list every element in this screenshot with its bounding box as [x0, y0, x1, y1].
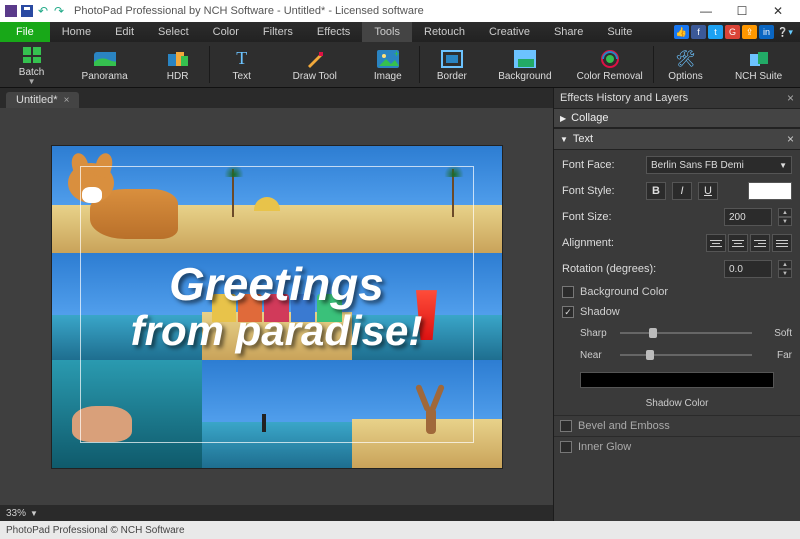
align-center-button[interactable] [728, 234, 748, 252]
window-title: PhotoPad Professional by NCH Software - … [74, 5, 688, 17]
chevron-down-icon: ▼ [28, 77, 36, 86]
twitter-icon[interactable]: t [708, 25, 723, 39]
titlebar: ↶ ↷ PhotoPad Professional by NCH Softwar… [0, 0, 800, 22]
statusbar: PhotoPad Professional © NCH Software [0, 521, 800, 539]
menu-filters[interactable]: Filters [251, 22, 305, 42]
selection-frame[interactable] [80, 166, 474, 443]
align-justify-button[interactable] [772, 234, 792, 252]
rotation-spinner[interactable]: ▲▼ [778, 260, 792, 278]
save-icon[interactable] [20, 4, 34, 18]
chevron-down-icon: ▼ [779, 161, 787, 170]
undo-icon[interactable]: ↶ [36, 4, 50, 18]
menu-color[interactable]: Color [201, 22, 251, 42]
share-icon[interactable]: ⇪ [742, 25, 757, 39]
canvas-area[interactable]: Greetings from paradise! [0, 108, 553, 505]
font-style-label: Font Style: [562, 185, 640, 197]
menu-effects[interactable]: Effects [305, 22, 362, 42]
caret-right-icon: ▶ [560, 114, 566, 123]
close-tab-icon[interactable]: × [64, 95, 70, 106]
google-icon[interactable]: G [725, 25, 740, 39]
document-tabstrip: Untitled* × [0, 88, 553, 108]
menu-edit[interactable]: Edit [103, 22, 146, 42]
menu-file[interactable]: File [0, 22, 50, 42]
inner-glow-checkbox-row[interactable]: Inner Glow [554, 436, 800, 457]
svg-text:+: + [394, 50, 399, 59]
tool-panorama[interactable]: Panorama [63, 42, 146, 87]
align-right-button[interactable] [750, 234, 770, 252]
tool-color-removal[interactable]: Color Removal [566, 42, 653, 87]
chevron-down-icon[interactable]: ▼ [30, 509, 38, 518]
document-tab[interactable]: Untitled* × [6, 92, 79, 108]
italic-button[interactable]: I [672, 182, 692, 200]
shadow-checkbox[interactable]: ✓ [562, 306, 574, 318]
menu-share[interactable]: Share [542, 22, 595, 42]
menu-select[interactable]: Select [146, 22, 201, 42]
facebook-icon[interactable]: f [691, 25, 706, 39]
redo-icon[interactable]: ↷ [52, 4, 66, 18]
section-close-icon[interactable]: × [787, 132, 794, 146]
font-size-spinner[interactable]: ▲▼ [778, 208, 792, 226]
menu-suite[interactable]: Suite [595, 22, 644, 42]
app-icon [4, 4, 18, 18]
tool-hdr[interactable]: HDR [146, 42, 209, 87]
close-button[interactable]: ✕ [760, 0, 796, 22]
minimize-button[interactable]: — [688, 0, 724, 22]
menu-retouch[interactable]: Retouch [412, 22, 477, 42]
background-color-checkbox[interactable] [562, 286, 574, 298]
shadow-color-label: Shadow Color [562, 398, 792, 409]
align-left-button[interactable] [706, 234, 726, 252]
tool-nch-suite[interactable]: NCH Suite [717, 42, 800, 87]
tool-image[interactable]: +Image [356, 42, 419, 87]
shadow-distance-slider[interactable] [620, 348, 752, 362]
section-collage[interactable]: ▶Collage [554, 108, 800, 128]
like-icon[interactable]: 👍 [674, 25, 689, 39]
rotation-label: Rotation (degrees): [562, 263, 672, 275]
shadow-sharpness-slider[interactable] [620, 326, 752, 340]
zoom-bar: 33% ▼ [0, 505, 553, 521]
font-face-select[interactable]: Berlin Sans FB Demi▼ [646, 156, 792, 174]
panel-close-icon[interactable]: × [787, 91, 794, 105]
menu-home[interactable]: Home [50, 22, 103, 42]
zoom-level[interactable]: 33% [6, 508, 26, 519]
background-color-checkbox-row[interactable]: Background Color [562, 286, 792, 298]
shadow-color-swatch[interactable] [580, 372, 774, 388]
alignment-label: Alignment: [562, 237, 640, 249]
underline-button[interactable]: U [698, 182, 718, 200]
rotation-input[interactable]: 0.0 [724, 260, 772, 278]
ribbon-toolbar: Batch▼ Panorama HDR TText Draw Tool +Ima… [0, 42, 800, 88]
canvas[interactable]: Greetings from paradise! [52, 146, 502, 468]
tool-text[interactable]: TText [210, 42, 273, 87]
font-size-label: Font Size: [562, 211, 640, 223]
shadow-checkbox-row[interactable]: ✓ Shadow [562, 306, 792, 318]
font-size-input[interactable]: 200 [724, 208, 772, 226]
bevel-checkbox-row[interactable]: Bevel and Emboss [554, 415, 800, 436]
caret-down-icon: ▼ [560, 135, 568, 144]
maximize-button[interactable]: ☐ [724, 0, 760, 22]
panel-header: Effects History and Layers × [554, 88, 800, 108]
tool-options[interactable]: 🛠Options [654, 42, 717, 87]
tool-batch[interactable]: Batch▼ [0, 42, 63, 87]
menubar: File Home Edit Select Color Filters Effe… [0, 22, 800, 42]
tool-draw[interactable]: Draw Tool [273, 42, 356, 87]
help-icon[interactable]: ❔▾ [776, 25, 794, 39]
menu-tools[interactable]: Tools [362, 22, 412, 42]
menu-creative[interactable]: Creative [477, 22, 542, 42]
linkedin-icon[interactable]: in [759, 25, 774, 39]
tool-background[interactable]: Background [483, 42, 566, 87]
tool-border[interactable]: Border [420, 42, 483, 87]
text-color-swatch[interactable] [748, 182, 792, 200]
bevel-checkbox[interactable] [560, 420, 572, 432]
right-panel: Effects History and Layers × ▶Collage ▼T… [553, 88, 800, 521]
inner-glow-checkbox[interactable] [560, 441, 572, 453]
font-face-label: Font Face: [562, 159, 640, 171]
section-text[interactable]: ▼Text× [554, 128, 800, 150]
bold-button[interactable]: B [646, 182, 666, 200]
